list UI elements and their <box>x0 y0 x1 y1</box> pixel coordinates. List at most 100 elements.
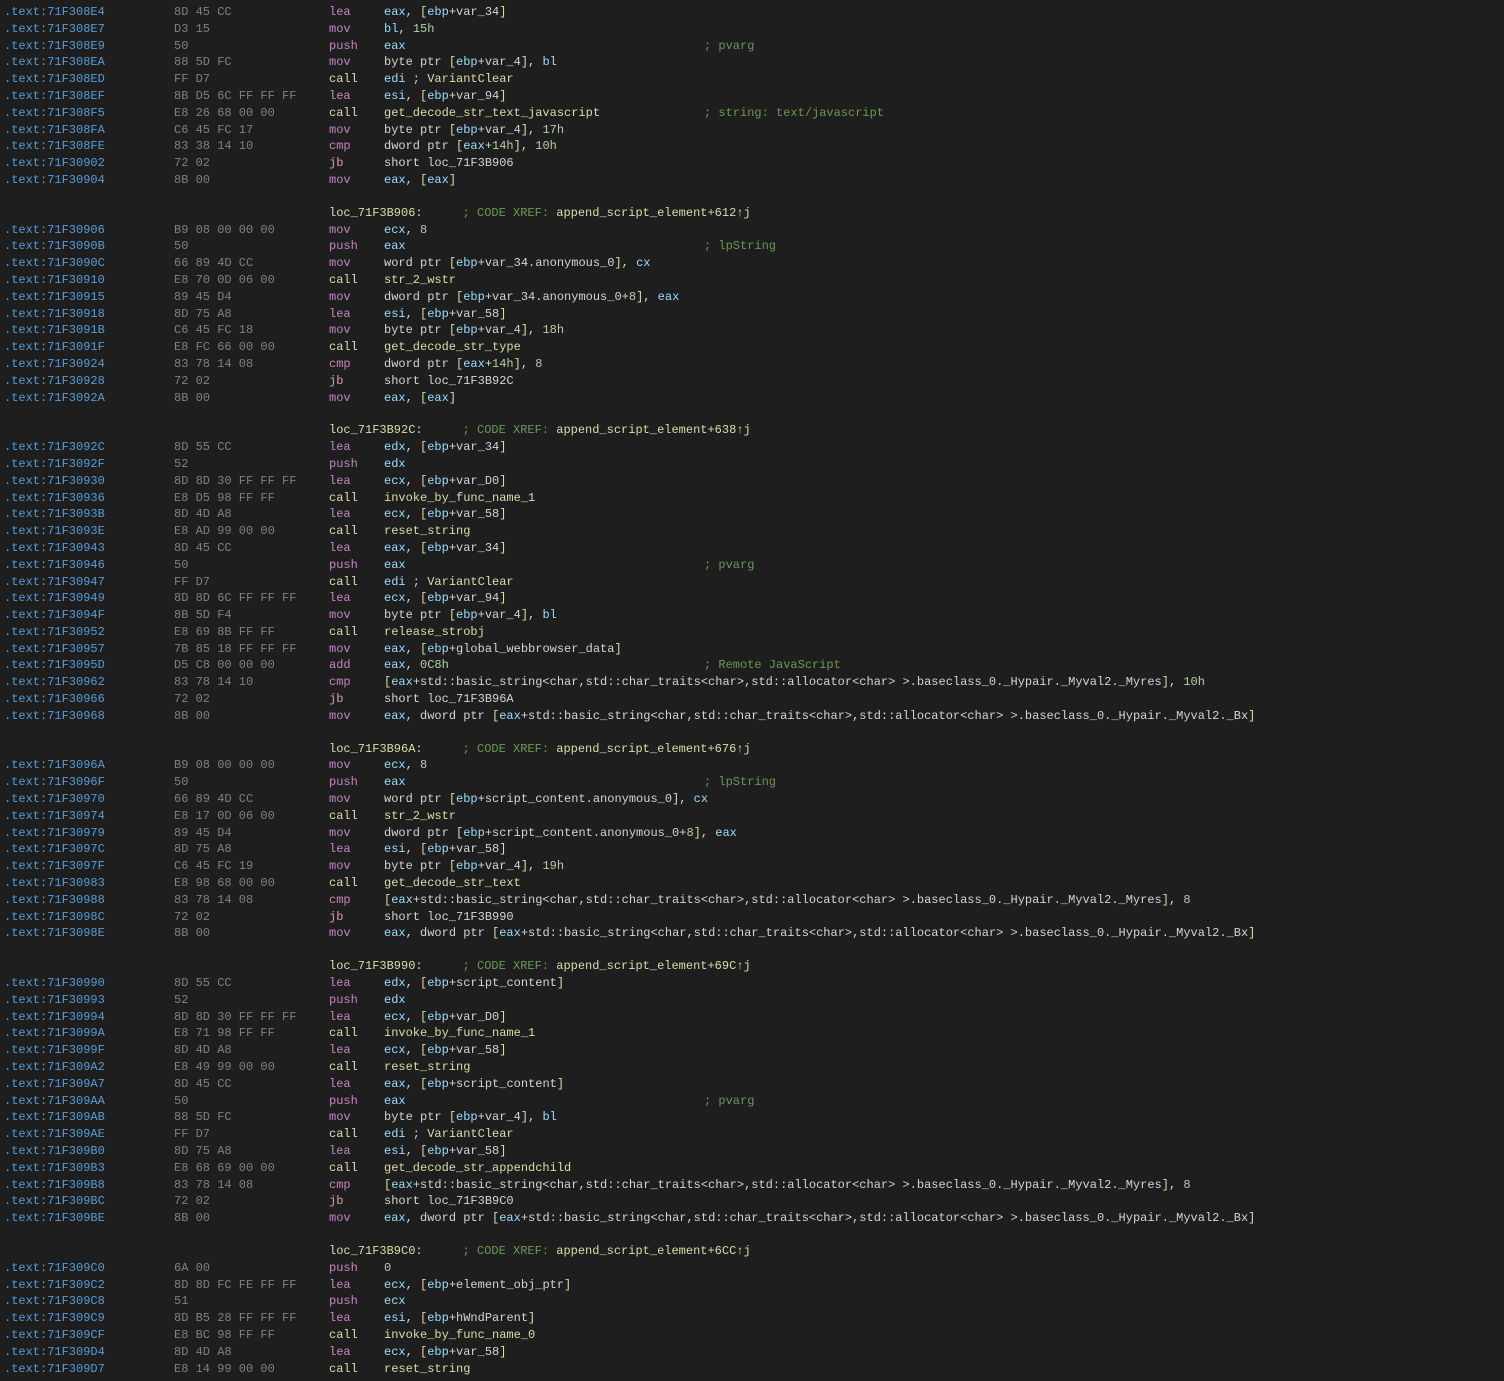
address: .text:71F30988 <box>4 892 174 909</box>
disasm-line: .text:71F3099F8D 4D A8leaecx, [ebp+var_5… <box>0 1042 1504 1059</box>
bytes: 72 02 <box>174 909 329 926</box>
address: .text:71F30993 <box>4 992 174 1009</box>
address: .text:71F309BE <box>4 1210 174 1227</box>
address: .text:71F30957 <box>4 641 174 658</box>
bytes: 83 78 14 10 <box>174 674 329 691</box>
bytes: E8 69 8B FF FF <box>174 624 329 641</box>
mnemonic: mov <box>329 825 384 842</box>
address: .text:71F308E4 <box>4 4 174 21</box>
operands: reset_string <box>384 523 704 540</box>
disasm-line: .text:71F309B883 78 14 08cmp[eax+std::ba… <box>0 1177 1504 1194</box>
disasm-line: .text:71F309048B 00moveax, [eax] <box>0 172 1504 189</box>
address: .text:71F309AE <box>4 1126 174 1143</box>
operands: 0 <box>384 1260 704 1277</box>
address: .text:71F309C9 <box>4 1310 174 1327</box>
operands: edi ; VariantClear <box>384 1126 704 1143</box>
address: .text:71F30930 <box>4 473 174 490</box>
bytes: 72 02 <box>174 1193 329 1210</box>
mnemonic: call <box>329 1059 384 1076</box>
address: .text:71F30902 <box>4 155 174 172</box>
label-comment: ; CODE XREF: append_script_element+6CC↑j <box>463 1243 751 1260</box>
bytes: 8D B5 28 FF FF FF <box>174 1310 329 1327</box>
mnemonic: call <box>329 1361 384 1378</box>
bytes: 83 38 14 10 <box>174 138 329 155</box>
label-name: loc_71F3B906: <box>329 205 423 222</box>
operands: ecx, [ebp+var_58] <box>384 1344 704 1361</box>
disasm-line: .text:71F309BC72 02jbshort loc_71F3B9C0 <box>0 1193 1504 1210</box>
mnemonic: lea <box>329 4 384 21</box>
bytes: 89 45 D4 <box>174 825 329 842</box>
disasm-line: .text:71F3092C8D 55 CCleaedx, [ebp+var_3… <box>0 439 1504 456</box>
bytes: 72 02 <box>174 155 329 172</box>
operands: ecx, [ebp+var_D0] <box>384 473 704 490</box>
operands: byte ptr [ebp+var_4], 19h <box>384 858 704 875</box>
mnemonic: mov <box>329 255 384 272</box>
disasm-line: .text:71F309908D 55 CCleaedx, [ebp+scrip… <box>0 975 1504 992</box>
address: .text:71F30983 <box>4 875 174 892</box>
operands: get_decode_str_text_javascript <box>384 105 704 122</box>
mnemonic: lea <box>329 1277 384 1294</box>
mnemonic: call <box>329 624 384 641</box>
operands: bl, 15h <box>384 21 704 38</box>
mnemonic: jb <box>329 909 384 926</box>
mnemonic: call <box>329 1160 384 1177</box>
address: .text:71F30904 <box>4 172 174 189</box>
mnemonic: mov <box>329 1109 384 1126</box>
bytes: 8D 45 CC <box>174 540 329 557</box>
address: .text:71F3096A <box>4 757 174 774</box>
mnemonic: jb <box>329 691 384 708</box>
disasm-line: .text:71F3090C66 89 4D CCmovword ptr [eb… <box>0 255 1504 272</box>
bytes: 8D 8D 30 FF FF FF <box>174 473 329 490</box>
operands: [eax+std::basic_string<char,std::char_tr… <box>384 1177 1191 1194</box>
address: .text:71F30924 <box>4 356 174 373</box>
bytes: 50 <box>174 38 329 55</box>
operands: eax, [ebp+var_34] <box>384 540 704 557</box>
mnemonic: call <box>329 574 384 591</box>
disasm-line: .text:71F308EA88 5D FCmovbyte ptr [ebp+v… <box>0 54 1504 71</box>
disasm-line: .text:71F3092872 02jbshort loc_71F3B92C <box>0 373 1504 390</box>
operands: [eax+std::basic_string<char,std::char_tr… <box>384 674 1205 691</box>
comment: ; lpString <box>704 774 776 791</box>
disasm-line: .text:71F309AEFF D7calledi ; VariantClea… <box>0 1126 1504 1143</box>
disasm-line: .text:71F309438D 45 CCleaeax, [ebp+var_3… <box>0 540 1504 557</box>
operands: ecx, [ebp+var_58] <box>384 506 704 523</box>
mnemonic: lea <box>329 590 384 607</box>
disasm-line: .text:71F309C06A 00push0 <box>0 1260 1504 1277</box>
bytes: E8 FC 66 00 00 <box>174 339 329 356</box>
address: .text:71F309B3 <box>4 1160 174 1177</box>
mnemonic: lea <box>329 841 384 858</box>
bytes: 6A 00 <box>174 1260 329 1277</box>
operands: edx, [ebp+var_34] <box>384 439 704 456</box>
address: .text:71F3091B <box>4 322 174 339</box>
operands: eax, [ebp+script_content] <box>384 1076 704 1093</box>
operands: byte ptr [ebp+var_4], 18h <box>384 322 704 339</box>
bytes: 8B 5D F4 <box>174 607 329 624</box>
label-comment: ; CODE XREF: append_script_element+676↑j <box>463 741 751 758</box>
disasm-line: .text:71F309C28D 8D FC FE FF FFleaecx, [… <box>0 1277 1504 1294</box>
disasm-line: .text:71F3097989 45 D4movdword ptr [ebp+… <box>0 825 1504 842</box>
disasm-line: .text:71F3096283 78 14 10cmp[eax+std::ba… <box>0 674 1504 691</box>
disasm-line: .text:71F3094F8B 5D F4movbyte ptr [ebp+v… <box>0 607 1504 624</box>
mnemonic: mov <box>329 390 384 407</box>
bytes: E8 71 98 FF FF <box>174 1025 329 1042</box>
address: .text:71F309C8 <box>4 1293 174 1310</box>
address: .text:71F309C2 <box>4 1277 174 1294</box>
bytes: 52 <box>174 992 329 1009</box>
operands: word ptr [ebp+var_34.anonymous_0], cx <box>384 255 704 272</box>
bytes: E8 14 99 00 00 <box>174 1361 329 1378</box>
address: .text:71F309C0 <box>4 1260 174 1277</box>
mnemonic: mov <box>329 708 384 725</box>
label-name: loc_71F3B96A: <box>329 741 423 758</box>
disasm-line: .text:71F3091FE8 FC 66 00 00callget_deco… <box>0 339 1504 356</box>
operands: edi ; VariantClear <box>384 71 704 88</box>
mnemonic: jb <box>329 1193 384 1210</box>
bytes: B9 08 00 00 00 <box>174 222 329 239</box>
disasm-line: .text:71F308EF8B D5 6C FF FF FFleaesi, [… <box>0 88 1504 105</box>
bytes: 8D 8D 6C FF FF FF <box>174 590 329 607</box>
address: .text:71F3092A <box>4 390 174 407</box>
bytes: E8 AD 99 00 00 <box>174 523 329 540</box>
address: .text:71F3095D <box>4 657 174 674</box>
mnemonic: lea <box>329 975 384 992</box>
operands: eax, dword ptr [eax+std::basic_string<ch… <box>384 1210 1255 1227</box>
address: .text:71F309AB <box>4 1109 174 1126</box>
